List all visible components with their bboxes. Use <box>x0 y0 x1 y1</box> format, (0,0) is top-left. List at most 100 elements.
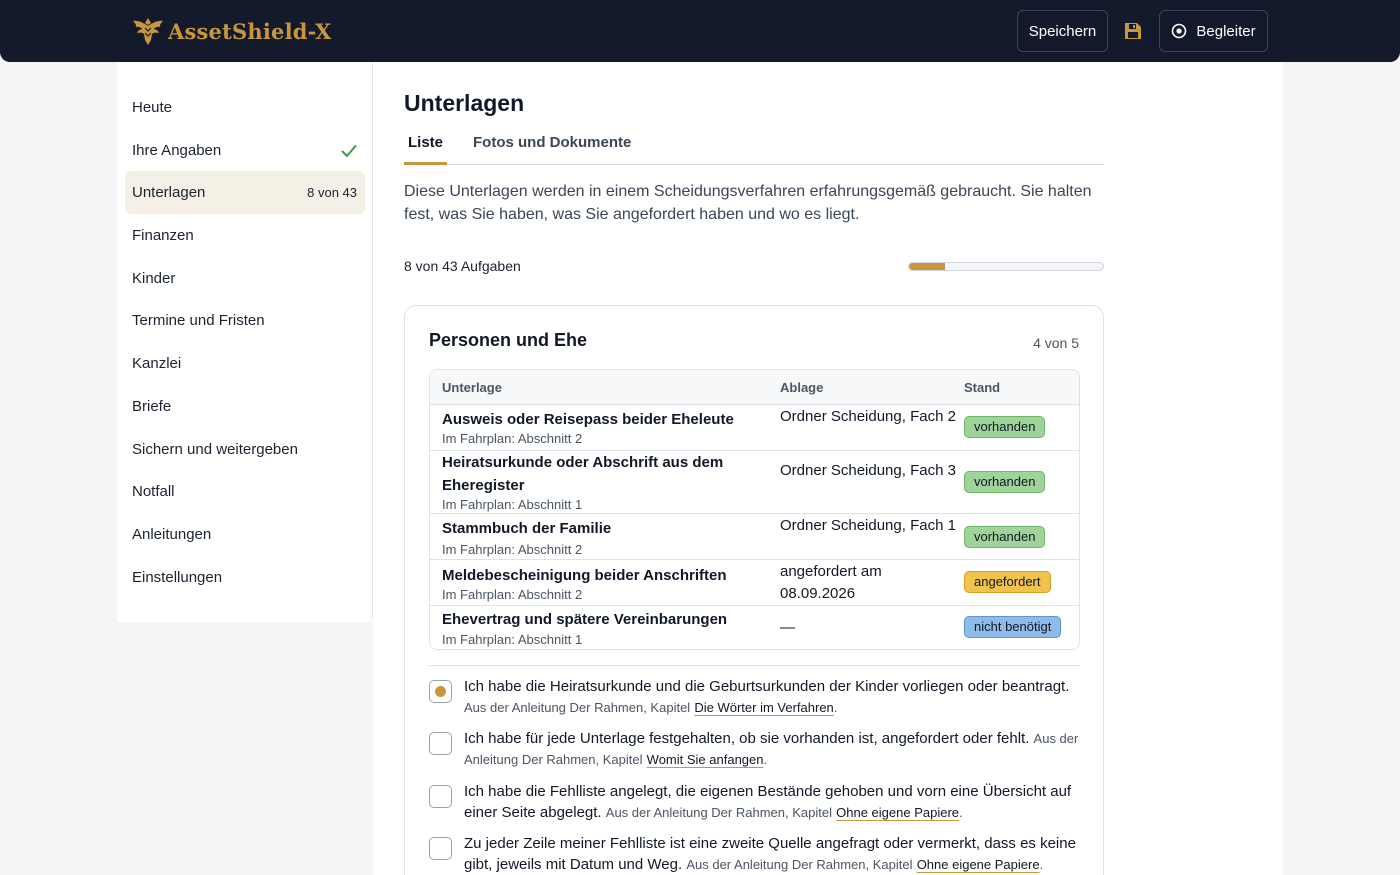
table-row[interactable]: Ehevertrag und spätere Vereinbarungen Im… <box>430 606 1079 649</box>
status-badge[interactable]: angefordert <box>964 571 1051 593</box>
checkmark-icon <box>341 144 357 157</box>
checkbox[interactable] <box>429 680 452 703</box>
sidebar-item-label: Unterlagen <box>132 184 206 201</box>
tab-label: Fotos und Dokumente <box>473 134 632 151</box>
sidebar-item-label: Sichern und weitergeben <box>132 441 298 458</box>
chapter-link[interactable]: Ohne eigene Papiere <box>836 805 959 820</box>
save-button[interactable]: Speichern <box>1017 10 1108 52</box>
tab-bar: Liste Fotos und Dokumente <box>404 134 1104 165</box>
page-gutter-right <box>1283 62 1400 875</box>
sidebar-item-anleitungen[interactable]: Anleitungen <box>125 513 365 556</box>
section-card: Personen und Ehe 4 von 5 Unterlage Ablag… <box>404 305 1104 875</box>
target-circle-icon <box>1172 23 1187 39</box>
checklist-text: Ich habe die Heiratsurkunde und die Gebu… <box>464 678 1070 715</box>
chapter-link[interactable]: Womit Sie anfangen <box>647 752 764 767</box>
column-header-stand: Stand <box>964 380 1001 395</box>
checklist-text: Ich habe die Fehlliste angelegt, die eig… <box>464 783 1072 821</box>
document-location: — <box>780 619 795 636</box>
sidebar-item-label: Finanzen <box>132 227 194 244</box>
eagle-crest-icon <box>133 18 163 45</box>
sidebar-item-label: Ihre Angaben <box>132 142 222 159</box>
divider <box>429 665 1080 666</box>
document-meta: Im Fahrplan: Abschnitt 2 <box>442 542 583 557</box>
sidebar-nav: Heute Ihre Angaben Unterlagen 8 von 43 F… <box>117 62 373 622</box>
guide-button-label: Begleiter <box>1196 22 1256 40</box>
tab-fotos-und-dokumente[interactable]: Fotos und Dokumente <box>473 134 631 165</box>
status-badge[interactable]: nicht benötigt <box>964 616 1062 638</box>
sidebar-item-finanzen[interactable]: Finanzen <box>125 214 365 257</box>
status-badge[interactable]: vorhanden <box>964 471 1046 493</box>
checklist-source: Aus der Anleitung Der Rahmen, Kapitel <box>464 700 691 715</box>
table-row[interactable]: Heiratsurkunde oder Abschrift aus dem Eh… <box>430 451 1079 514</box>
document-name: Heiratsurkunde oder Abschrift aus dem Eh… <box>442 454 724 494</box>
tab-label: Liste <box>408 134 444 151</box>
document-meta: Im Fahrplan: Abschnitt 1 <box>442 497 583 512</box>
checkbox[interactable] <box>429 837 452 860</box>
document-meta: Im Fahrplan: Abschnitt 2 <box>442 431 583 446</box>
save-button-label: Speichern <box>1028 22 1097 40</box>
document-meta: Im Fahrplan: Abschnitt 1 <box>442 632 583 647</box>
document-name: Stammbuch der Familie <box>442 520 612 537</box>
document-name: Ausweis oder Reisepass beider Eheleute <box>442 411 734 428</box>
documents-table: Unterlage Ablage Stand Ausweis oder Reis… <box>429 369 1080 650</box>
sidebar-item-label: Kanzlei <box>132 355 182 372</box>
sidebar-item-notfall[interactable]: Notfall <box>125 470 365 513</box>
sidebar-item-label: Heute <box>132 99 173 116</box>
document-meta: Im Fahrplan: Abschnitt 2 <box>442 587 583 602</box>
document-location: Ordner Scheidung, Fach 2 <box>780 408 956 425</box>
checklist-text: Zu jeder Zeile meiner Fehlliste ist eine… <box>464 835 1076 873</box>
document-name: Ehevertrag und spätere Vereinbarungen <box>442 611 728 628</box>
sidebar-item-label: Anleitungen <box>132 526 212 543</box>
top-bar: AssetShield-X Speichern Begleiter <box>0 0 1400 62</box>
sidebar-item-unterlagen[interactable]: Unterlagen 8 von 43 <box>125 171 365 214</box>
sidebar-item-kanzlei[interactable]: Kanzlei <box>125 342 365 385</box>
sidebar-item-label: Kinder <box>132 270 176 287</box>
document-location: angefordert am 08.09.2026 <box>780 563 882 602</box>
document-name: Meldebescheinigung beider Anschriften <box>442 567 727 584</box>
status-badge[interactable]: vorhanden <box>964 526 1046 548</box>
progress-label: 8 von 43 Aufgaben <box>404 258 521 274</box>
sidebar-item-count: 8 von 43 <box>307 185 357 200</box>
table-row[interactable]: Ausweis oder Reisepass beider Eheleute I… <box>430 405 1079 451</box>
app-logo[interactable]: AssetShield-X <box>132 14 332 48</box>
chapter-link[interactable]: Ohne eigene Papiere <box>917 857 1040 872</box>
sidebar-item-kinder[interactable]: Kinder <box>125 257 365 300</box>
sidebar-item-label: Einstellungen <box>132 569 223 586</box>
floppy-disk-icon[interactable] <box>1124 22 1142 40</box>
progress-bar <box>908 262 1104 271</box>
app-name: AssetShield-X <box>168 18 332 44</box>
checkbox[interactable] <box>429 732 452 755</box>
sidebar-item-einstellungen[interactable]: Einstellungen <box>125 556 365 599</box>
table-header: Unterlage Ablage Stand <box>430 370 1079 405</box>
status-badge[interactable]: vorhanden <box>964 416 1046 438</box>
document-location: Ordner Scheidung, Fach 1 <box>780 517 956 534</box>
page-gutter-left <box>0 62 117 875</box>
document-location: Ordner Scheidung, Fach 3 <box>780 462 956 479</box>
column-header-unterlage: Unterlage <box>442 380 502 395</box>
checklist-statement: Ich habe die Heiratsurkunde und die Gebu… <box>464 678 1070 695</box>
column-header-ablage: Ablage <box>780 380 824 395</box>
guide-button[interactable]: Begleiter <box>1159 10 1268 52</box>
sidebar-item-sichern-und-weitergeben[interactable]: Sichern und weitergeben <box>125 428 365 471</box>
table-row[interactable]: Stammbuch der Familie Im Fahrplan: Absch… <box>430 514 1079 560</box>
checklist-text: Ich habe für jede Unterlage festgehalten… <box>464 730 1079 767</box>
intro-text: Diese Unterlagen werden in einem Scheidu… <box>404 183 1092 223</box>
section-title: Personen und Ehe <box>429 330 588 350</box>
sidebar-item-label: Notfall <box>132 483 175 500</box>
checklist-statement: Ich habe für jede Unterlage festgehalten… <box>464 730 1030 747</box>
sidebar-item-ihre-angaben[interactable]: Ihre Angaben <box>125 129 365 172</box>
progress-fill <box>909 263 946 270</box>
chapter-link[interactable]: Die Wörter im Verfahren <box>694 700 833 715</box>
sidebar-item-label: Termine und Fristen <box>132 312 265 329</box>
sidebar-item-termine-und-fristen[interactable]: Termine und Fristen <box>125 299 365 342</box>
sidebar-item-briefe[interactable]: Briefe <box>125 385 365 428</box>
sidebar-item-label: Briefe <box>132 398 172 415</box>
table-row[interactable]: Meldebescheinigung beider Anschriften Im… <box>430 560 1079 606</box>
page-title: Unterlagen <box>404 90 525 116</box>
sidebar-item-heute[interactable]: Heute <box>125 86 365 129</box>
section-count: 4 von 5 <box>1033 335 1079 351</box>
checklist-source: Aus der Anleitung Der Rahmen, Kapitel <box>605 805 832 820</box>
checkbox[interactable] <box>429 785 452 808</box>
tab-liste[interactable]: Liste <box>404 134 448 165</box>
sidebar-gutter <box>117 622 373 875</box>
